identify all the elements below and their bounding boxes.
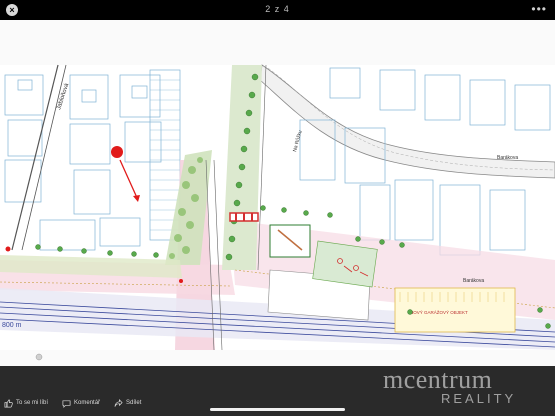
like-button[interactable]: To se mi líbí — [4, 399, 48, 408]
share-button[interactable]: Sdílet — [114, 398, 142, 408]
viewer-top-bar: × 2 z 4 ••• — [0, 0, 555, 20]
comment-button[interactable]: Komentář — [62, 399, 100, 408]
park-area — [312, 240, 378, 288]
comment-icon — [62, 399, 71, 408]
photo-counter: 2 z 4 — [265, 4, 290, 14]
street-label-barakova-bottom: Barákova — [463, 278, 484, 284]
share-label: Sdílet — [126, 400, 142, 406]
garage-label: NOVÝ GARÁŽOVÝ OBJEKT — [410, 308, 468, 315]
photo: Jabloňová Barákova Na Růžku NOVÝ GARÁŽOV… — [0, 20, 555, 366]
reaction-actions: To se mi líbí Komentář Sdílet — [4, 396, 141, 410]
scale-label: 800 m — [2, 322, 22, 329]
watermark-subtitle: REALITY — [441, 391, 517, 406]
thumbs-up-icon — [4, 399, 13, 407]
watermark: mcentrum REALITY — [383, 361, 555, 409]
share-icon — [114, 398, 123, 407]
comment-label: Komentář — [74, 400, 101, 406]
like-label: To se mi líbí — [16, 400, 49, 406]
more-options-button[interactable]: ••• — [531, 2, 547, 16]
site-plan-map: Jabloňová Barákova Na Růžku NOVÝ GARÁŽOV… — [0, 20, 555, 366]
playground — [269, 224, 311, 258]
home-indicator[interactable] — [210, 408, 345, 411]
street-label-barakova-top: Barákova — [497, 155, 518, 161]
location-pin — [111, 146, 123, 158]
